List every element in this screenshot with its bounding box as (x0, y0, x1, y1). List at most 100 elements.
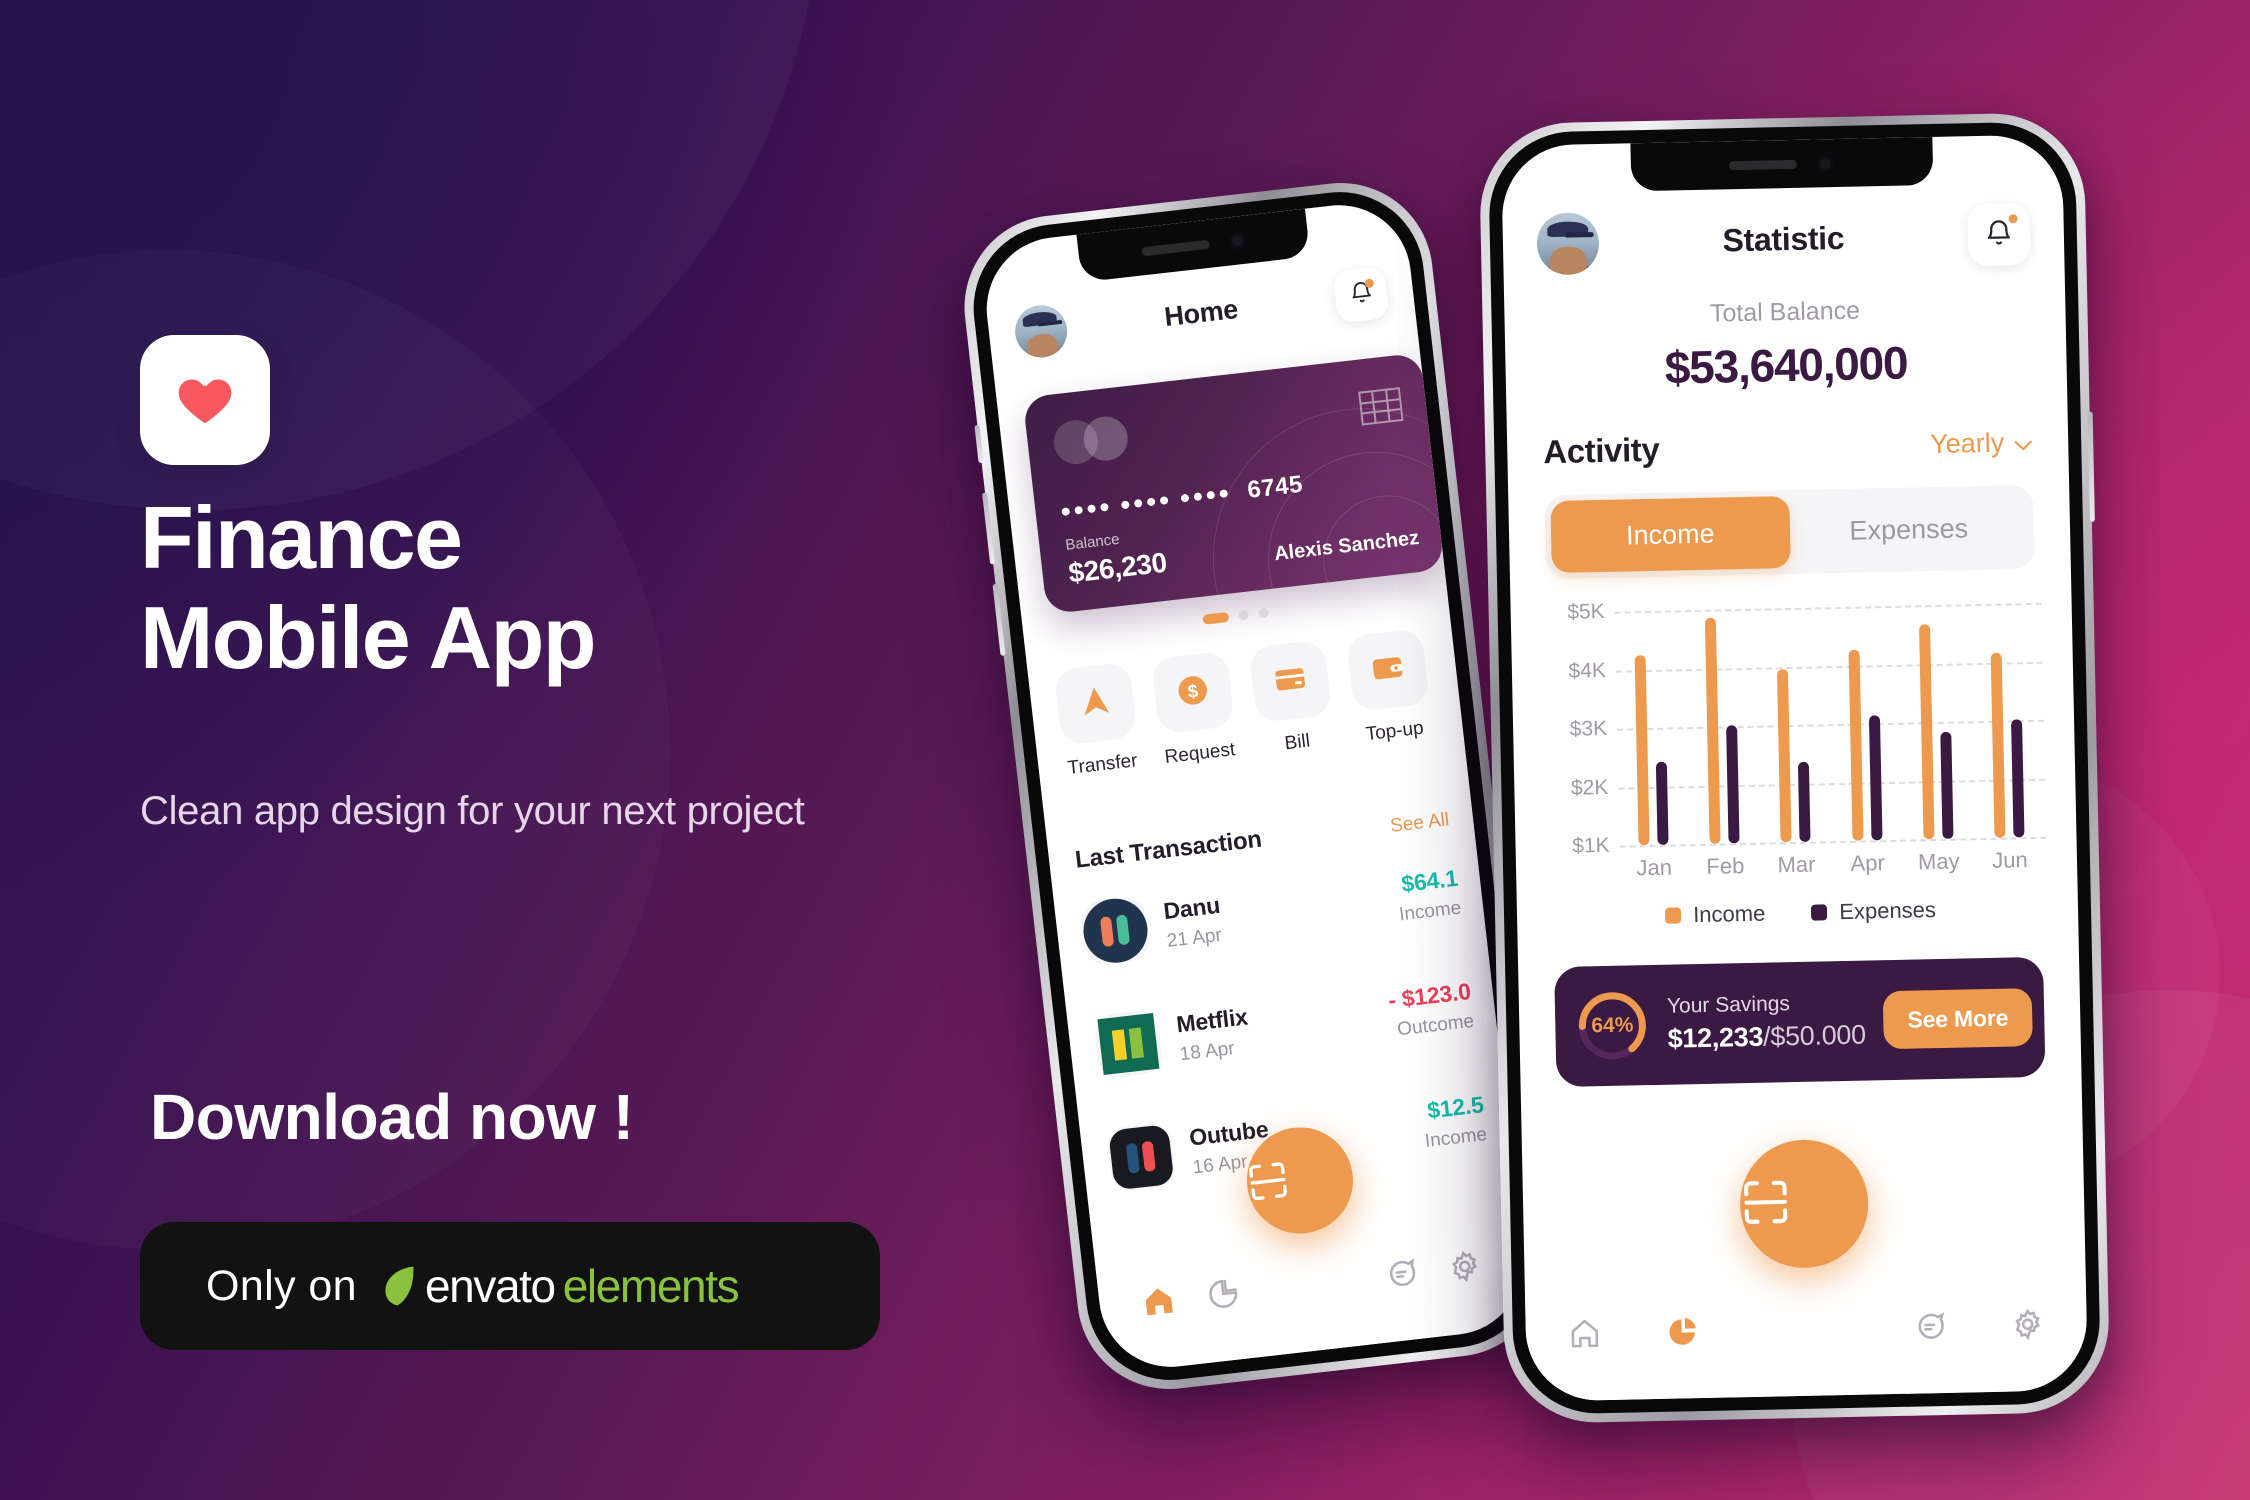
chart-gridline (1614, 602, 2042, 614)
chart-bar-group (1848, 649, 1883, 841)
promo-canvas: Finance Mobile App Clean app design for … (0, 0, 2250, 1500)
action-request[interactable]: $ Request (1150, 650, 1239, 769)
chart-y-tick: $5K (1567, 599, 1605, 624)
period-value: Yearly (1929, 427, 2005, 459)
card-network-icon (1051, 414, 1132, 467)
chart-bar-expenses (1655, 761, 1669, 845)
chart-bar-group (1918, 623, 1954, 840)
savings-goal: $50.000 (1770, 1019, 1867, 1052)
chart-x-tick: Feb (1706, 853, 1745, 879)
notification-button[interactable] (1967, 202, 2031, 267)
danu-logo-icon (1080, 895, 1151, 967)
scan-fab-button[interactable] (1738, 1138, 1869, 1270)
transaction-amount: $64.1 (1399, 864, 1460, 897)
phone-mockup-home: Home 6745 Balance $26,230 Alexis Sanchez… (954, 173, 1556, 1399)
nav-messages-button[interactable] (1375, 1248, 1426, 1299)
promo-subheading: Clean app design for your next project (140, 789, 805, 833)
notification-badge-dot (2008, 214, 2018, 224)
phone-power-button[interactable] (2087, 411, 2095, 522)
envato-leaf-icon (385, 1266, 414, 1306)
carousel-dot[interactable] (1238, 609, 1250, 621)
transaction-row[interactable]: Metflix 18 Apr - $123.0 Outcome (1092, 973, 1476, 1080)
see-all-link[interactable]: See All (1389, 809, 1450, 838)
total-balance-value: $53,640,000 (1664, 336, 1908, 394)
svg-text:$: $ (1187, 679, 1200, 701)
scan-icon (1739, 1174, 1868, 1233)
notification-button[interactable] (1332, 266, 1390, 324)
chart-bar-income (1705, 617, 1721, 844)
nav-home-button[interactable] (1133, 1276, 1184, 1327)
tab-expenses[interactable]: Expenses (1789, 491, 2029, 568)
earpiece-speaker-icon (1140, 239, 1210, 256)
savings-current: $12,233 (1667, 1021, 1764, 1054)
carousel-dot[interactable] (1257, 607, 1269, 619)
chart-y-tick: $1K (1571, 833, 1610, 858)
avatar[interactable] (1536, 211, 1600, 276)
chart-gridline (1619, 836, 2047, 848)
metflix-logo-icon (1097, 1013, 1160, 1075)
nav-messages-button[interactable] (1906, 1303, 1953, 1350)
nav-statistics-button[interactable] (1197, 1268, 1248, 1319)
savings-percent-label: 64% (1591, 1013, 1634, 1038)
chart-plot-area (1614, 602, 2047, 848)
home-screen: Home 6745 Balance $26,230 Alexis Sanchez… (979, 197, 1531, 1375)
action-topup[interactable]: Top-up (1345, 628, 1434, 747)
chart-legend-swatch (1811, 904, 1828, 921)
card-balance-value: $26,230 (1066, 546, 1169, 589)
envato-elements-badge[interactable]: Only on envato elements (140, 1222, 880, 1350)
statistic-screen: Statistic Total Balance $53,640,000 Acti… (1500, 134, 2089, 1402)
statistic-page-title: Statistic (1722, 219, 1845, 258)
chart-x-tick: Jun (1991, 847, 2028, 873)
chart-bar-expenses (1726, 725, 1740, 844)
section-title: Last Transaction (1073, 825, 1264, 874)
chart-bar-group (1634, 654, 1669, 846)
chart-bar-income (1634, 654, 1650, 846)
total-balance-label: Total Balance (1709, 296, 1861, 328)
see-more-button[interactable]: See More (1882, 988, 2033, 1050)
period-selector[interactable]: Yearly (1930, 426, 2033, 459)
chart-legend-label: Income (1692, 900, 1766, 928)
savings-label: Your Savings (1666, 992, 1791, 1018)
bottom-navigation (1524, 1282, 2089, 1402)
chart-y-tick: $4K (1568, 658, 1607, 683)
tab-income[interactable]: Income (1550, 496, 1791, 574)
transaction-type: Outcome (1396, 1010, 1476, 1040)
chart-legend-label: Expenses (1839, 897, 1937, 925)
action-transfer[interactable]: Transfer (1053, 661, 1142, 780)
bottom-navigation (1095, 1218, 1531, 1375)
chart-bar-income (1777, 668, 1793, 843)
chart-legend-swatch (1665, 907, 1682, 924)
chart-bar-group (1705, 617, 1740, 844)
nav-home-button[interactable] (1561, 1310, 1608, 1357)
action-bill[interactable]: Bill (1248, 639, 1336, 758)
card-chip-icon (1358, 387, 1404, 426)
transaction-row[interactable]: Danu 21 Apr $64.1 Income (1080, 860, 1463, 967)
nav-settings-button[interactable] (2004, 1301, 2051, 1348)
nav-statistics-button[interactable] (1660, 1308, 1707, 1355)
savings-card[interactable]: 64% Your Savings $12,233/$50.000 See Mor… (1554, 956, 2046, 1088)
nav-settings-button[interactable] (1439, 1241, 1490, 1292)
carousel-dot-active[interactable] (1202, 611, 1230, 625)
chart-bar-income (1990, 652, 2006, 838)
download-cta-text: Download now ! (150, 1081, 634, 1153)
chart-gridline (1617, 719, 2045, 731)
chart-x-tick: Jan (1636, 854, 1673, 881)
savings-progress-ring: 64% (1575, 988, 1651, 1064)
chart-x-axis: Jan Feb Mar Apr May Jun (1620, 847, 2048, 888)
credit-card[interactable]: 6745 Balance $26,230 Alexis Sanchez (1022, 352, 1445, 615)
activity-title: Activity (1542, 430, 1660, 471)
chart-x-tick: Mar (1777, 851, 1816, 878)
envato-wordmark: envato (425, 1260, 556, 1312)
chart-y-tick: $2K (1570, 775, 1609, 800)
chart-bar-group (1777, 668, 1812, 843)
transaction-type: Income (1423, 1123, 1489, 1152)
chart-bar-income (1848, 649, 1864, 841)
promo-text-panel: Finance Mobile App Clean app design for … (140, 0, 1020, 1500)
chart-bar-expenses (1940, 731, 1954, 839)
headline-line-1: Finance (140, 488, 463, 587)
income-expenses-toggle[interactable]: Income Expenses (1544, 484, 2035, 580)
front-camera-icon (1817, 154, 1835, 172)
transaction-amount: $12.5 (1425, 1090, 1485, 1124)
avatar[interactable] (1012, 302, 1070, 361)
chart-legend-item: Income (1665, 901, 1766, 929)
